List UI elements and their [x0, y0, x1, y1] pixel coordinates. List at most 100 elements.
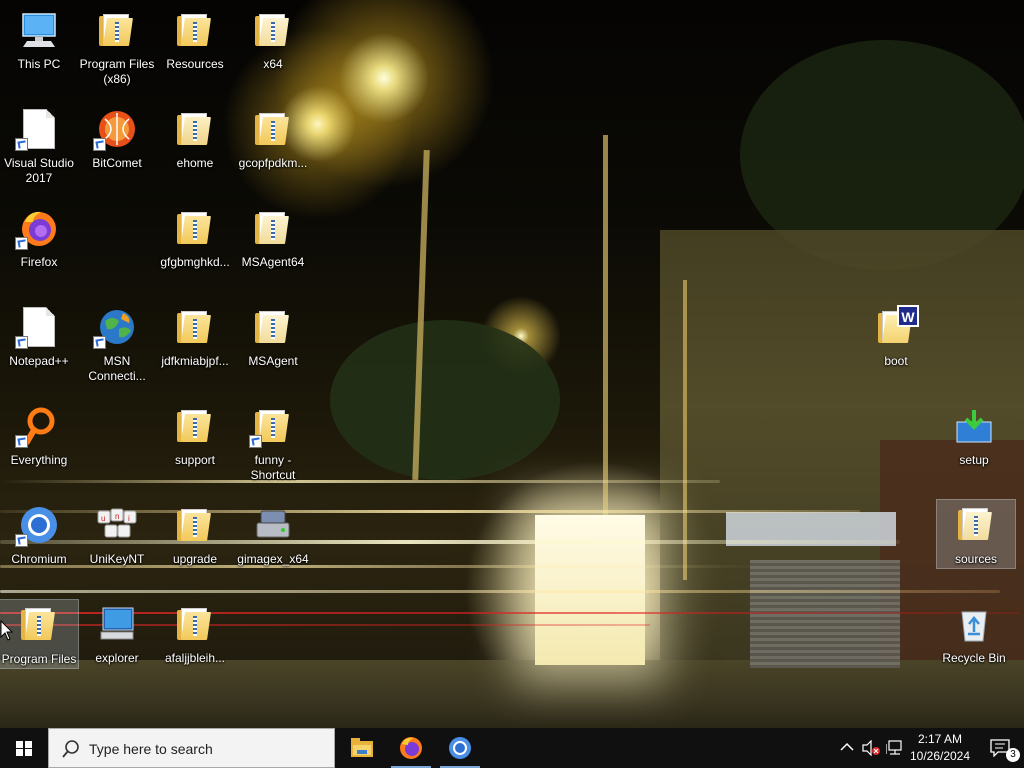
chromium-icon-item[interactable]: Chromium [0, 497, 78, 593]
everything-icon-item[interactable]: Everything [0, 398, 78, 494]
firefox-icon [15, 208, 59, 250]
folder-icon [175, 505, 215, 545]
firefox-icon [400, 737, 422, 759]
icon-label: Program Files (x86) [79, 57, 155, 86]
file-icon [15, 307, 59, 349]
unikeynt-icon-item[interactable]: u n i UniKeyNT [78, 497, 156, 593]
shortcut-arrow-icon [15, 237, 28, 250]
setup-installer-icon [954, 406, 994, 446]
icon-label: Notepad++ [9, 354, 69, 368]
start-button[interactable] [0, 728, 48, 768]
shortcut-arrow-icon [15, 336, 28, 349]
funny-shortcut-icon-item[interactable]: funny - Shortcut [234, 398, 312, 494]
folder-icon [97, 10, 137, 50]
x64-icon-item[interactable]: x64 [234, 2, 312, 98]
computer-icon [19, 10, 59, 50]
gcopfpdkm-icon-item[interactable]: gcopfpdkm... [234, 101, 312, 197]
visual-studio-icon-item[interactable]: Visual Studio 2017 [0, 101, 78, 197]
msagent-icon-item[interactable]: MSAgent [234, 299, 312, 395]
bitcomet-icon-item[interactable]: BitComet [78, 101, 156, 197]
shortcut-arrow-icon [93, 138, 106, 151]
notification-count-badge: 3 [1006, 748, 1020, 762]
taskbar-search-box[interactable]: Type here to search [48, 728, 335, 768]
icon-label: ehome [176, 156, 214, 170]
boot-icon-item[interactable]: W boot [857, 299, 935, 395]
icon-label: MSAgent64 [241, 255, 305, 269]
explorer-icon-item[interactable]: explorer [78, 596, 156, 692]
everything-search-icon [15, 406, 59, 448]
windows-logo-icon [16, 741, 32, 756]
icon-label: x64 [263, 57, 283, 71]
icon-label: funny - Shortcut [250, 453, 296, 482]
folder-icon [175, 307, 215, 347]
action-center-button[interactable]: 3 [980, 728, 1024, 768]
folder-icon [253, 307, 293, 347]
folder-icon [956, 504, 996, 544]
sources-icon-item[interactable]: sources [936, 499, 1016, 569]
volume-button[interactable] [860, 728, 882, 768]
taskbar: Type here to search 2:17 AM 10/26/2024 3 [0, 728, 1024, 768]
shortcut-arrow-icon [249, 435, 262, 448]
shortcut-arrow-icon [15, 138, 28, 151]
gimagex-x64-icon-item[interactable]: gimagex_x64 [234, 497, 312, 593]
program-files-x86-icon-item[interactable]: Program Files (x86) [78, 2, 156, 98]
show-hidden-icons-button[interactable] [838, 728, 856, 768]
keyboard-keys-icon: u n i [97, 505, 137, 545]
system-clock[interactable]: 2:17 AM 10/26/2024 [895, 731, 985, 765]
icon-label: upgrade [172, 552, 218, 566]
icon-label: This PC [17, 57, 61, 71]
folder-icon [175, 109, 215, 149]
msn-connection-icon-item[interactable]: MSN Connecti... [78, 299, 156, 395]
icon-label: MSAgent [248, 354, 298, 368]
icon-label: Recycle Bin [942, 651, 1006, 665]
search-icon [62, 740, 79, 758]
ehome-icon-item[interactable]: ehome [156, 101, 234, 197]
this-pc-icon-item[interactable]: This PC [0, 2, 78, 98]
svg-text:n: n [115, 512, 119, 521]
firefox-icon-item[interactable]: Firefox [0, 200, 78, 296]
icon-label: setup [959, 453, 989, 467]
icon-label: boot [884, 354, 908, 368]
bitcomet-icon [93, 109, 137, 151]
explorer-computer-icon [97, 604, 137, 644]
icon-label: Program Files [1, 652, 77, 666]
chromium-icon [15, 505, 59, 547]
icon-label: afaljjbleih... [164, 651, 226, 665]
search-placeholder: Type here to search [89, 741, 213, 757]
folder-icon: W [876, 305, 919, 347]
shortcut-arrow-icon [93, 336, 106, 349]
icon-label: Everything [10, 453, 68, 467]
icon-label: gimagex_x64 [237, 552, 309, 566]
resources-icon-item[interactable]: Resources [156, 2, 234, 98]
folder-icon [253, 10, 293, 50]
folder-icon [175, 208, 215, 248]
afaljjbleih-icon-item[interactable]: afaljjbleih... [156, 596, 234, 692]
icon-label: UniKeyNT [89, 552, 145, 566]
file-icon [15, 109, 59, 151]
taskbar-firefox[interactable] [387, 728, 435, 768]
support-icon-item[interactable]: support [156, 398, 234, 494]
icon-label: BitComet [92, 156, 142, 170]
notepadpp-icon-item[interactable]: Notepad++ [0, 299, 78, 395]
icon-label: support [174, 453, 216, 467]
svg-text:u: u [101, 514, 105, 523]
taskbar-chromium[interactable] [436, 728, 484, 768]
wim-badge-icon: W [897, 305, 919, 327]
shortcut-arrow-icon [15, 534, 28, 547]
folder-icon [253, 208, 293, 248]
setup-icon-item[interactable]: setup [935, 398, 1013, 494]
icon-label: Chromium [11, 552, 67, 566]
jdfkmiabjpf-icon-item[interactable]: jdfkmiabjpf... [156, 299, 234, 395]
shortcut-arrow-icon [15, 435, 28, 448]
gfgbmghkd-icon-item[interactable]: gfgbmghkd... [156, 200, 234, 296]
recycle-bin-icon-item[interactable]: Recycle Bin [935, 596, 1013, 692]
disk-drive-icon [253, 505, 293, 545]
taskbar-file-explorer[interactable] [338, 728, 386, 768]
clock-date: 10/26/2024 [909, 749, 971, 763]
upgrade-icon-item[interactable]: upgrade [156, 497, 234, 593]
msn-globe-icon [93, 307, 137, 349]
recycle-bin-icon [954, 604, 994, 644]
file-explorer-icon [351, 738, 373, 757]
msagent64-icon-item[interactable]: MSAgent64 [234, 200, 312, 296]
icon-label: Firefox [20, 255, 58, 269]
